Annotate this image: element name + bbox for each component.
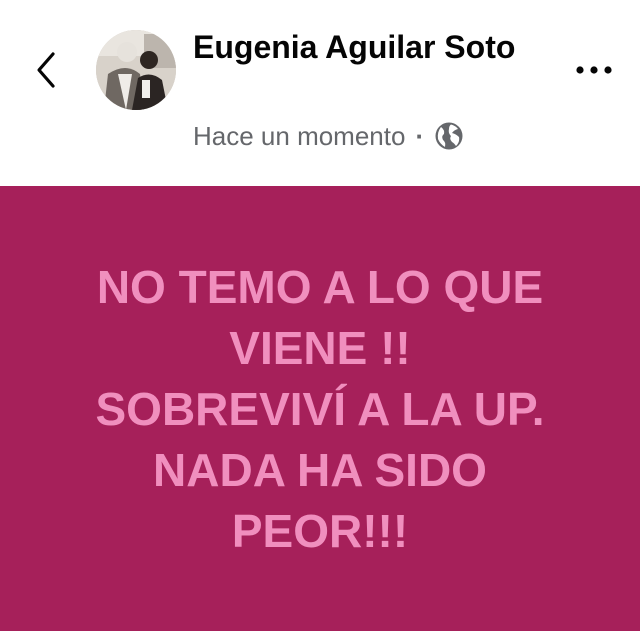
globe-icon[interactable]	[434, 121, 464, 151]
avatar-photo	[96, 30, 176, 110]
meta-separator: ·	[415, 120, 425, 151]
more-options-button[interactable]	[572, 52, 616, 88]
timestamp[interactable]: Hace un momento	[193, 121, 405, 152]
post-text: NO TEMO A LO QUE VIENE !! SOBREVIVÍ A LA…	[40, 257, 600, 562]
post-text-line: PEOR!!!	[231, 505, 409, 557]
back-button[interactable]	[28, 48, 64, 92]
chevron-left-icon	[37, 52, 55, 88]
author-name[interactable]: Eugenia Aguilar Soto	[193, 28, 533, 66]
post-header: Eugenia Aguilar Soto Hace un momento ·	[0, 0, 640, 186]
post-meta: Hace un momento ·	[193, 116, 464, 156]
post-text-line: VIENE !!	[229, 322, 411, 374]
avatar[interactable]	[96, 30, 176, 110]
post-text-line: SOBREVIVÍ A LA UP.	[95, 383, 545, 435]
more-horizontal-icon	[576, 66, 612, 74]
post-text-line: NO TEMO A LO QUE	[96, 261, 544, 313]
post-content: NO TEMO A LO QUE VIENE !! SOBREVIVÍ A LA…	[0, 186, 640, 631]
post-text-line: NADA HA SIDO	[153, 444, 487, 496]
